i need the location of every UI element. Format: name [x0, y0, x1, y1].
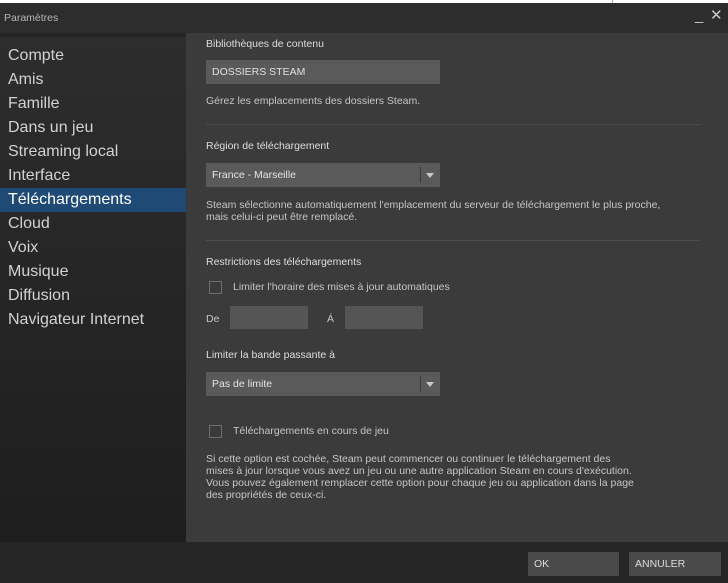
- title-bar: Paramètres _ ✕: [0, 3, 728, 33]
- sidebar-item-diffusion[interactable]: Diffusion: [0, 284, 186, 308]
- minimize-icon[interactable]: _: [695, 8, 703, 24]
- schedule-from-input[interactable]: [230, 306, 308, 329]
- download-region-value: France - Marseille: [212, 169, 297, 181]
- sidebar-item-streaming-local[interactable]: Streaming local: [0, 140, 186, 164]
- sidebar-item-cloud[interactable]: Cloud: [0, 212, 186, 236]
- section-divider: [206, 124, 700, 125]
- restrictions-heading: Restrictions des téléchargements: [206, 256, 362, 268]
- content-libraries-heading: Bibliothèques de contenu: [206, 38, 324, 50]
- window-title: Paramètres: [4, 12, 59, 24]
- close-icon[interactable]: ✕: [710, 8, 723, 24]
- sidebar-item-famille[interactable]: Famille: [0, 92, 186, 116]
- ingame-downloads-description: Si cette option est cochée, Steam peut c…: [206, 453, 634, 501]
- sidebar-item-interface[interactable]: Interface: [0, 164, 186, 188]
- steam-folders-button[interactable]: DOSSIERS STEAM: [206, 60, 440, 84]
- download-region-select[interactable]: France - Marseille: [206, 163, 440, 187]
- sidebar-item-telechargements[interactable]: Téléchargements: [0, 188, 186, 212]
- from-label: De: [206, 313, 220, 325]
- ingame-downloads-checkbox[interactable]: [209, 425, 222, 438]
- schedule-checkbox[interactable]: [209, 281, 222, 294]
- cancel-button[interactable]: ANNULER: [629, 552, 721, 576]
- chevron-down-icon: [426, 382, 434, 387]
- sidebar-item-compte[interactable]: Compte: [0, 44, 186, 68]
- dropdown-separator: [420, 167, 421, 183]
- chevron-down-icon: [426, 173, 434, 178]
- content-libraries-description: Gérez les emplacements des dossiers Stea…: [206, 95, 421, 107]
- sidebar-item-voix[interactable]: Voix: [0, 236, 186, 260]
- bandwidth-value: Pas de limite: [212, 378, 273, 390]
- ok-button[interactable]: OK: [528, 552, 619, 576]
- sidebar: Compte Amis Famille Dans un jeu Streamin…: [0, 37, 186, 542]
- sidebar-item-dans-un-jeu[interactable]: Dans un jeu: [0, 116, 186, 140]
- sidebar-item-navigateur-internet[interactable]: Navigateur Internet: [0, 308, 186, 332]
- bandwidth-select[interactable]: Pas de limite: [206, 372, 440, 396]
- settings-panel: Bibliothèques de contenu DOSSIERS STEAM …: [186, 33, 728, 542]
- bandwidth-label: Limiter la bande passante à: [206, 349, 335, 361]
- download-region-description: Steam sélectionne automatiquement l'empl…: [206, 199, 661, 223]
- section-divider: [206, 240, 700, 241]
- sidebar-item-amis[interactable]: Amis: [0, 68, 186, 92]
- download-region-heading: Région de téléchargement: [206, 140, 330, 152]
- to-label: Á: [327, 313, 335, 325]
- dropdown-separator: [420, 376, 421, 392]
- schedule-to-input[interactable]: [345, 306, 423, 329]
- sidebar-item-musique[interactable]: Musique: [0, 260, 186, 284]
- schedule-label: Limiter l'horaire des mises à jour autom…: [233, 281, 450, 293]
- ingame-downloads-label: Téléchargements en cours de jeu: [233, 425, 389, 437]
